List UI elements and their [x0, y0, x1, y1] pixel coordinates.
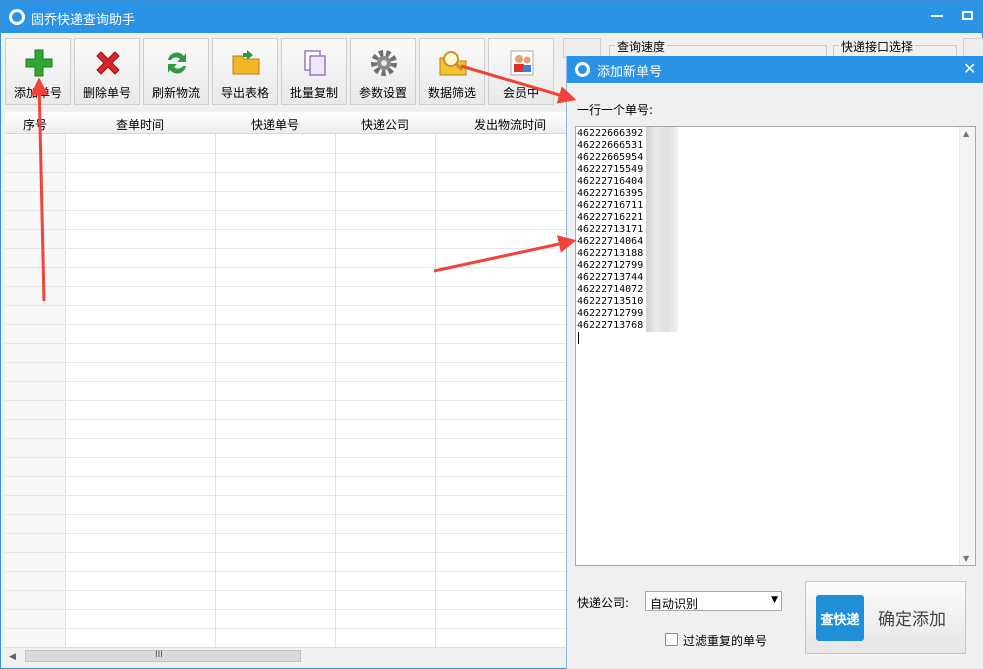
- table-header: 序号 查单时间 快递单号 快递公司 发出物流时间: [5, 112, 566, 134]
- add-number-button[interactable]: 添加单号: [5, 38, 71, 105]
- maximize-icon[interactable]: [962, 11, 973, 20]
- tracking-number-line: 46222713188: [577, 248, 644, 259]
- text-caret: [578, 332, 579, 344]
- tracking-number-line: 46222666531: [577, 140, 644, 151]
- column-divider: [335, 112, 336, 648]
- tracking-number-line: 46222716221: [577, 212, 644, 223]
- dialog-logo-icon: [575, 62, 590, 77]
- courier-company-select[interactable]: 自动识别 ▼: [645, 591, 782, 611]
- member-icon: [510, 50, 534, 76]
- member-center-label: 会员中: [502, 86, 539, 100]
- column-header-query-time[interactable]: 查单时间: [65, 116, 215, 133]
- data-filter-button[interactable]: 数据筛选: [419, 38, 485, 105]
- search-filter-icon: [439, 51, 467, 76]
- scroll-left-icon[interactable]: ◀: [9, 652, 16, 662]
- delete-icon: [96, 51, 120, 75]
- tracking-number-line: 46222714064: [577, 236, 644, 247]
- add-number-dialog: 添加新单号 ✕ 一行一个单号: 46222666392 46222666531 46…: [566, 56, 983, 669]
- close-icon[interactable]: ✕: [963, 59, 976, 78]
- settings-button[interactable]: 参数设置: [350, 38, 416, 105]
- scroll-down-icon[interactable]: ▼: [963, 554, 969, 563]
- query-express-logo: 查快递: [816, 595, 864, 641]
- tracking-number-line: 46222666392: [577, 128, 644, 139]
- dialog-title-bar: 添加新单号 ✕: [567, 56, 983, 83]
- folder-export-icon: [232, 50, 260, 75]
- tracking-number-line: 46222712799: [577, 260, 644, 271]
- window-title: 固乔快递查询助手: [31, 13, 136, 28]
- column-header-tracking-number[interactable]: 快递单号: [215, 116, 335, 133]
- tracking-numbers-text: 46222666392 46222666531 46222665954 4622271…: [577, 128, 643, 332]
- delete-number-button[interactable]: 删除单号: [74, 38, 140, 105]
- courier-company-label: 快递公司:: [577, 596, 630, 610]
- data-filter-label: 数据筛选: [427, 86, 476, 100]
- tracking-number-line: 46222714072: [577, 284, 644, 295]
- refresh-logistics-label: 刷新物流: [151, 86, 200, 100]
- tracking-number-line: 46222713768: [577, 320, 644, 331]
- input-prompt: 一行一个单号:: [577, 103, 654, 117]
- query-speed-label: 查询速度: [615, 38, 668, 55]
- gear-icon: [371, 50, 397, 76]
- tracking-number-line: 46222716711: [577, 200, 644, 211]
- chevron-down-icon: ▼: [771, 595, 778, 605]
- export-table-button[interactable]: 导出表格: [212, 38, 278, 105]
- tracking-number-line: 46222713744: [577, 272, 644, 283]
- scroll-up-icon[interactable]: ▲: [963, 129, 969, 138]
- scroll-thumb[interactable]: [25, 650, 301, 662]
- side-button-right[interactable]: [963, 38, 983, 58]
- tracking-numbers-textarea[interactable]: 46222666392 46222666531 46222665954 4622271…: [575, 126, 976, 566]
- courier-api-label: 快递接口选择: [839, 38, 916, 55]
- export-table-label: 导出表格: [220, 86, 269, 100]
- batch-copy-button[interactable]: 批量复制: [281, 38, 347, 105]
- app-logo-icon: [9, 9, 25, 25]
- horizontal-scrollbar[interactable]: ◀ III: [5, 647, 566, 664]
- settings-label: 参数设置: [358, 86, 407, 100]
- courier-company-value: 自动识别: [650, 597, 699, 611]
- confirm-add-label: 确定添加: [878, 610, 946, 630]
- filter-duplicates-checkbox[interactable]: [665, 633, 678, 646]
- confirm-add-button[interactable]: 查快递 确定添加: [805, 581, 966, 654]
- refresh-icon: [168, 52, 186, 74]
- tracking-table[interactable]: 序号 查单时间 快递单号 快递公司 发出物流时间: [5, 112, 566, 648]
- filter-duplicates-label[interactable]: 过滤重复的单号: [683, 632, 767, 649]
- add-number-label: 添加单号: [13, 86, 62, 100]
- scroll-grip: III: [155, 650, 163, 660]
- tracking-number-line: 46222665954: [577, 152, 644, 163]
- redaction-blur: [646, 127, 678, 332]
- minimize-icon[interactable]: [931, 15, 943, 17]
- column-header-index[interactable]: 序号: [5, 116, 65, 133]
- delete-number-label: 删除单号: [82, 86, 131, 100]
- title-bar: 固乔快递查询助手: [1, 1, 982, 33]
- main-window: 固乔快递查询助手 添加单号 删除单号 刷新物流 导出表格 批量复制 参数设置 数…: [0, 0, 983, 669]
- column-header-courier[interactable]: 快递公司: [335, 116, 435, 133]
- batch-copy-label: 批量复制: [289, 86, 338, 100]
- member-center-button[interactable]: 会员中: [488, 38, 554, 105]
- tracking-number-line: 46222716395: [577, 188, 644, 199]
- column-divider: [435, 112, 436, 648]
- side-button[interactable]: [563, 38, 601, 58]
- column-header-ship-time[interactable]: 发出物流时间: [435, 116, 566, 133]
- copy-icon: [304, 50, 326, 76]
- column-divider: [65, 112, 66, 648]
- tracking-number-line: 46222716404: [577, 176, 644, 187]
- add-icon: [25, 49, 53, 77]
- tracking-number-line: 46222712799: [577, 308, 644, 319]
- tracking-number-line: 46222713510: [577, 296, 644, 307]
- refresh-logistics-button[interactable]: 刷新物流: [143, 38, 209, 105]
- column-divider: [215, 112, 216, 648]
- dialog-title: 添加新单号: [597, 65, 663, 80]
- table-rows: [5, 135, 566, 648]
- vertical-scrollbar[interactable]: ▲ ▼: [959, 127, 975, 565]
- tracking-number-line: 46222713171: [577, 224, 644, 235]
- tracking-number-line: 46222715549: [577, 164, 644, 175]
